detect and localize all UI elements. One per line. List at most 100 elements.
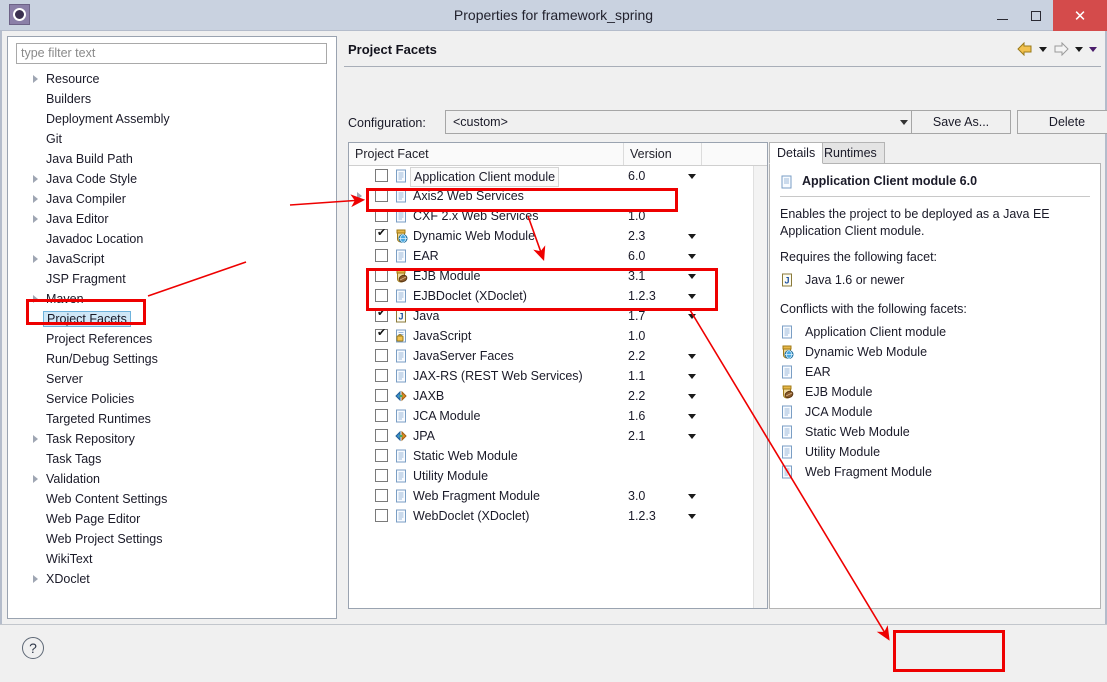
version-chevron-down-icon[interactable] — [688, 414, 696, 419]
facet-checkbox[interactable] — [375, 369, 388, 382]
expand-chevron-right-icon[interactable] — [33, 255, 38, 263]
tab-runtimes[interactable]: Runtimes — [816, 142, 885, 164]
table-row[interactable]: JPA 2.1 — [349, 426, 753, 446]
sidebar-item-project-references[interactable]: Project References — [8, 329, 336, 349]
sidebar-item-run-debug-settings[interactable]: Run/Debug Settings — [8, 349, 336, 369]
facet-checkbox[interactable] — [375, 449, 388, 462]
version-chevron-down-icon[interactable] — [688, 174, 696, 179]
filter-text-input[interactable]: type filter text — [16, 43, 327, 64]
facet-checkbox[interactable] — [375, 409, 388, 422]
facet-checkbox[interactable] — [375, 169, 388, 182]
version-chevron-down-icon[interactable] — [688, 374, 696, 379]
version-chevron-down-icon[interactable] — [688, 354, 696, 359]
version-chevron-down-icon[interactable] — [688, 234, 696, 239]
facet-checkbox[interactable] — [375, 289, 388, 302]
sidebar-item-builders[interactable]: Builders — [8, 89, 336, 109]
sidebar-item-maven[interactable]: Maven — [8, 289, 336, 309]
sidebar-item-server[interactable]: Server — [8, 369, 336, 389]
sidebar-item-web-project-settings[interactable]: Web Project Settings — [8, 529, 336, 549]
table-row[interactable]: Application Client module 6.0 — [349, 166, 753, 187]
table-row[interactable]: J Java 1.7 — [349, 306, 753, 326]
facet-checkbox[interactable] — [375, 307, 388, 322]
back-history-chevron-down-icon[interactable] — [1039, 46, 1047, 52]
expand-chevron-right-icon[interactable] — [33, 435, 38, 443]
expand-chevron-right-icon[interactable] — [33, 475, 38, 483]
facet-checkbox[interactable] — [375, 227, 388, 242]
sidebar-item-java-code-style[interactable]: Java Code Style — [8, 169, 336, 189]
facet-checkbox[interactable] — [375, 327, 388, 342]
version-chevron-down-icon[interactable] — [688, 274, 696, 279]
table-row[interactable]: JavaServer Faces 2.2 — [349, 346, 753, 366]
table-row[interactable]: EJBDoclet (XDoclet) 1.2.3 — [349, 286, 753, 306]
version-chevron-down-icon[interactable] — [688, 394, 696, 399]
expand-chevron-right-icon[interactable] — [357, 192, 362, 200]
close-button[interactable]: ✕ — [1053, 0, 1107, 31]
sidebar-item-web-content-settings[interactable]: Web Content Settings — [8, 489, 336, 509]
table-row[interactable]: CXF 2.x Web Services 1.0 — [349, 206, 753, 226]
sidebar-item-resource[interactable]: Resource — [8, 69, 336, 89]
version-chevron-down-icon[interactable] — [688, 254, 696, 259]
question-mark-icon[interactable]: ? — [22, 637, 44, 659]
expand-chevron-right-icon[interactable] — [33, 195, 38, 203]
facet-checkbox[interactable] — [375, 429, 388, 442]
sidebar-item-java-compiler[interactable]: Java Compiler — [8, 189, 336, 209]
version-chevron-down-icon[interactable] — [688, 434, 696, 439]
sidebar-item-javadoc-location[interactable]: Javadoc Location — [8, 229, 336, 249]
table-row[interactable]: EAR 6.0 — [349, 246, 753, 266]
column-header-version[interactable]: Version — [624, 143, 702, 165]
expand-chevron-right-icon[interactable] — [33, 215, 38, 223]
configuration-select[interactable]: <custom> — [445, 110, 917, 134]
save-as-button[interactable]: Save As... — [911, 110, 1011, 134]
column-header-project-facet[interactable]: Project Facet — [349, 143, 624, 165]
sidebar-item-jsp-fragment[interactable]: JSP Fragment — [8, 269, 336, 289]
sidebar-item-service-policies[interactable]: Service Policies — [8, 389, 336, 409]
tab-details[interactable]: Details — [769, 142, 824, 164]
table-row[interactable]: JAXB 2.2 — [349, 386, 753, 406]
table-row[interactable]: EJB Module 3.1 — [349, 266, 753, 286]
table-scrollbar[interactable] — [753, 166, 767, 608]
expand-chevron-right-icon[interactable] — [33, 575, 38, 583]
facet-checkbox[interactable] — [375, 249, 388, 262]
sidebar-item-targeted-runtimes[interactable]: Targeted Runtimes — [8, 409, 336, 429]
facet-checkbox[interactable] — [375, 489, 388, 502]
table-row[interactable]: Axis2 Web Services — [349, 186, 753, 206]
sidebar-item-project-facets[interactable]: Project Facets — [8, 309, 336, 329]
expand-chevron-right-icon[interactable] — [33, 75, 38, 83]
version-chevron-down-icon[interactable] — [688, 494, 696, 499]
table-row[interactable]: Dynamic Web Module 2.3 — [349, 226, 753, 246]
facet-checkbox[interactable] — [375, 209, 388, 222]
delete-button[interactable]: Delete — [1017, 110, 1107, 134]
sidebar-item-java-editor[interactable]: Java Editor — [8, 209, 336, 229]
forward-arrow-icon[interactable] — [1053, 42, 1069, 56]
facet-checkbox[interactable] — [375, 189, 388, 202]
table-row[interactable]: Utility Module — [349, 466, 753, 486]
forward-history-chevron-down-icon[interactable] — [1075, 46, 1083, 52]
sidebar-item-wikitext[interactable]: WikiText — [8, 549, 336, 569]
version-chevron-down-icon[interactable] — [688, 294, 696, 299]
sidebar-item-javascript[interactable]: JavaScript — [8, 249, 336, 269]
sidebar-item-task-tags[interactable]: Task Tags — [8, 449, 336, 469]
sidebar-item-xdoclet[interactable]: XDoclet — [8, 569, 336, 589]
back-arrow-icon[interactable] — [1017, 42, 1033, 56]
table-row[interactable]: Web Fragment Module 3.0 — [349, 486, 753, 506]
table-row[interactable]: JAX-RS (REST Web Services) 1.1 — [349, 366, 753, 386]
view-menu-chevron-down-icon[interactable] — [1089, 46, 1097, 52]
table-row[interactable]: JCA Module 1.6 — [349, 406, 753, 426]
facet-checkbox[interactable] — [375, 389, 388, 402]
version-chevron-down-icon[interactable] — [688, 314, 696, 319]
expand-chevron-right-icon[interactable] — [33, 295, 38, 303]
table-row[interactable]: WebDoclet (XDoclet) 1.2.3 — [349, 506, 753, 526]
sidebar-item-deployment-assembly[interactable]: Deployment Assembly — [8, 109, 336, 129]
facet-checkbox[interactable] — [375, 269, 388, 282]
column-header-blank[interactable] — [702, 143, 767, 165]
sidebar-item-task-repository[interactable]: Task Repository — [8, 429, 336, 449]
table-row[interactable]: JavaScript 1.0 — [349, 326, 753, 346]
sidebar-item-web-page-editor[interactable]: Web Page Editor — [8, 509, 336, 529]
sidebar-item-validation[interactable]: Validation — [8, 469, 336, 489]
facet-checkbox[interactable] — [375, 509, 388, 522]
sidebar-item-java-build-path[interactable]: Java Build Path — [8, 149, 336, 169]
facet-checkbox[interactable] — [375, 469, 388, 482]
facet-checkbox[interactable] — [375, 349, 388, 362]
table-row[interactable]: Static Web Module — [349, 446, 753, 466]
minimize-button[interactable] — [985, 0, 1019, 31]
